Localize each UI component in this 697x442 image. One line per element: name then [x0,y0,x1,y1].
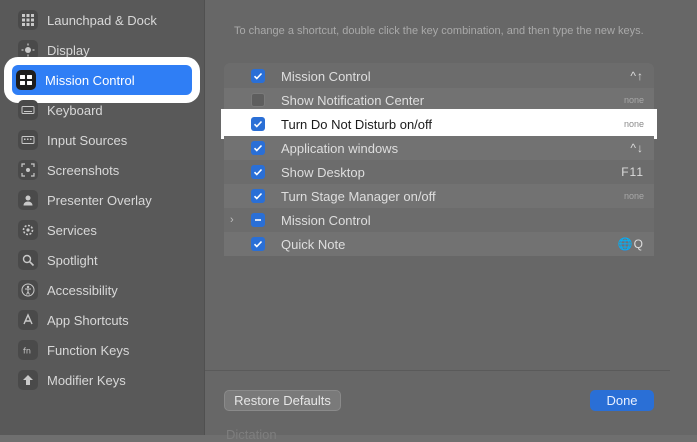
screenshots-icon [18,160,38,180]
shortcut-label: Quick Note [281,236,346,252]
shortcut-key[interactable]: ^↑ [630,69,644,83]
shortcut-label: Application windows [281,140,399,156]
shortcut-key[interactable]: none [624,191,644,201]
sidebar-item-mission-control[interactable]: Mission Control [12,65,192,95]
keyboard-icon [18,100,38,120]
sidebar-item-services[interactable]: Services [14,215,190,245]
shortcut-hint-text: To change a shortcut, double click the k… [234,25,644,37]
sidebar-item-function-keys[interactable]: fn Function Keys [14,335,190,365]
done-button[interactable]: Done [590,390,654,411]
mission-control-icon [16,70,36,90]
sidebar-item-label: App Shortcuts [47,312,129,328]
modifier-keys-icon [18,370,38,390]
input-sources-icon [18,130,38,150]
restore-defaults-button[interactable]: Restore Defaults [224,390,341,411]
chevron-right-icon[interactable]: › [230,214,240,226]
checkbox[interactable] [251,237,265,251]
presenter-overlay-icon [18,190,38,210]
sidebar-item-label: Keyboard [47,102,103,118]
shortcut-key[interactable]: F11 [621,165,644,179]
shortcut-row-do-not-disturb[interactable]: Turn Do Not Disturb on/off none [224,112,654,136]
shortcut-label: Show Desktop [281,164,365,180]
sidebar-item-label: Modifier Keys [47,372,126,388]
sidebar-item-spotlight[interactable]: Spotlight [14,245,190,275]
sidebar-item-label: Presenter Overlay [47,192,152,208]
sidebar-item-label: Mission Control [45,72,135,88]
shortcut-row-show-notification-center[interactable]: Show Notification Center none [224,88,654,112]
shortcut-row-mission-control[interactable]: Mission Control ^↑ [224,64,654,88]
sidebar-item-label: Display [47,42,90,58]
sidebar-item-modifier-keys[interactable]: Modifier Keys [14,365,190,395]
svg-text:fn: fn [23,347,31,356]
sidebar-item-label: Input Sources [47,132,128,148]
checkbox[interactable] [251,117,265,131]
shortcut-group-mission-control[interactable]: › Mission Control [224,208,654,232]
shortcut-key[interactable]: ^↓ [630,141,644,155]
checkbox[interactable] [251,189,265,203]
sidebar-item-input-sources[interactable]: Input Sources [14,125,190,155]
checkbox[interactable] [251,93,265,107]
sidebar-item-label: Screenshots [47,162,120,178]
checkbox-mixed[interactable] [251,213,265,227]
shortcut-label: Show Notification Center [281,92,425,108]
app-shortcuts-icon [18,310,38,330]
launchpad-dock-icon [18,10,38,30]
sidebar-item-label: Spotlight [47,252,98,268]
shortcut-row-application-windows[interactable]: Application windows ^↓ [224,136,654,160]
shortcut-key[interactable]: none [624,119,644,129]
shortcut-key[interactable]: 🌐Q [618,237,644,251]
sidebar-item-label: Services [47,222,97,238]
sidebar-item-accessibility[interactable]: Accessibility [14,275,190,305]
display-icon [18,40,38,60]
shortcut-label: Mission Control [281,68,371,84]
sidebar-item-keyboard[interactable]: Keyboard [14,95,190,125]
function-keys-icon: fn [18,340,38,360]
sidebar: Launchpad & Dock Display Mission Control… [0,0,205,435]
checkbox[interactable] [251,165,265,179]
sidebar-item-label: Function Keys [47,342,130,358]
sidebar-item-label: Launchpad & Dock [47,12,157,28]
accessibility-icon [18,280,38,300]
shortcut-label: Turn Stage Manager on/off [281,188,436,204]
shortcut-key[interactable]: none [624,95,644,105]
shortcut-row-show-desktop[interactable]: Show Desktop F11 [224,160,654,184]
divider [205,370,670,371]
checkbox[interactable] [251,69,265,83]
sidebar-item-app-shortcuts[interactable]: App Shortcuts [14,305,190,335]
sidebar-item-launchpad-dock[interactable]: Launchpad & Dock [14,5,190,35]
shortcut-row-stage-manager[interactable]: Turn Stage Manager on/off none [224,184,654,208]
sidebar-item-presenter-overlay[interactable]: Presenter Overlay [14,185,190,215]
shortcut-label: Mission Control [281,212,371,228]
shortcut-label: Turn Do Not Disturb on/off [281,116,433,132]
spotlight-icon [18,250,38,270]
services-icon [18,220,38,240]
shortcut-row-quick-note[interactable]: Quick Note 🌐Q [224,232,654,256]
sidebar-item-screenshots[interactable]: Screenshots [14,155,190,185]
checkbox[interactable] [251,141,265,155]
sidebar-item-label: Accessibility [47,282,118,298]
sidebar-item-display[interactable]: Display [14,35,190,65]
